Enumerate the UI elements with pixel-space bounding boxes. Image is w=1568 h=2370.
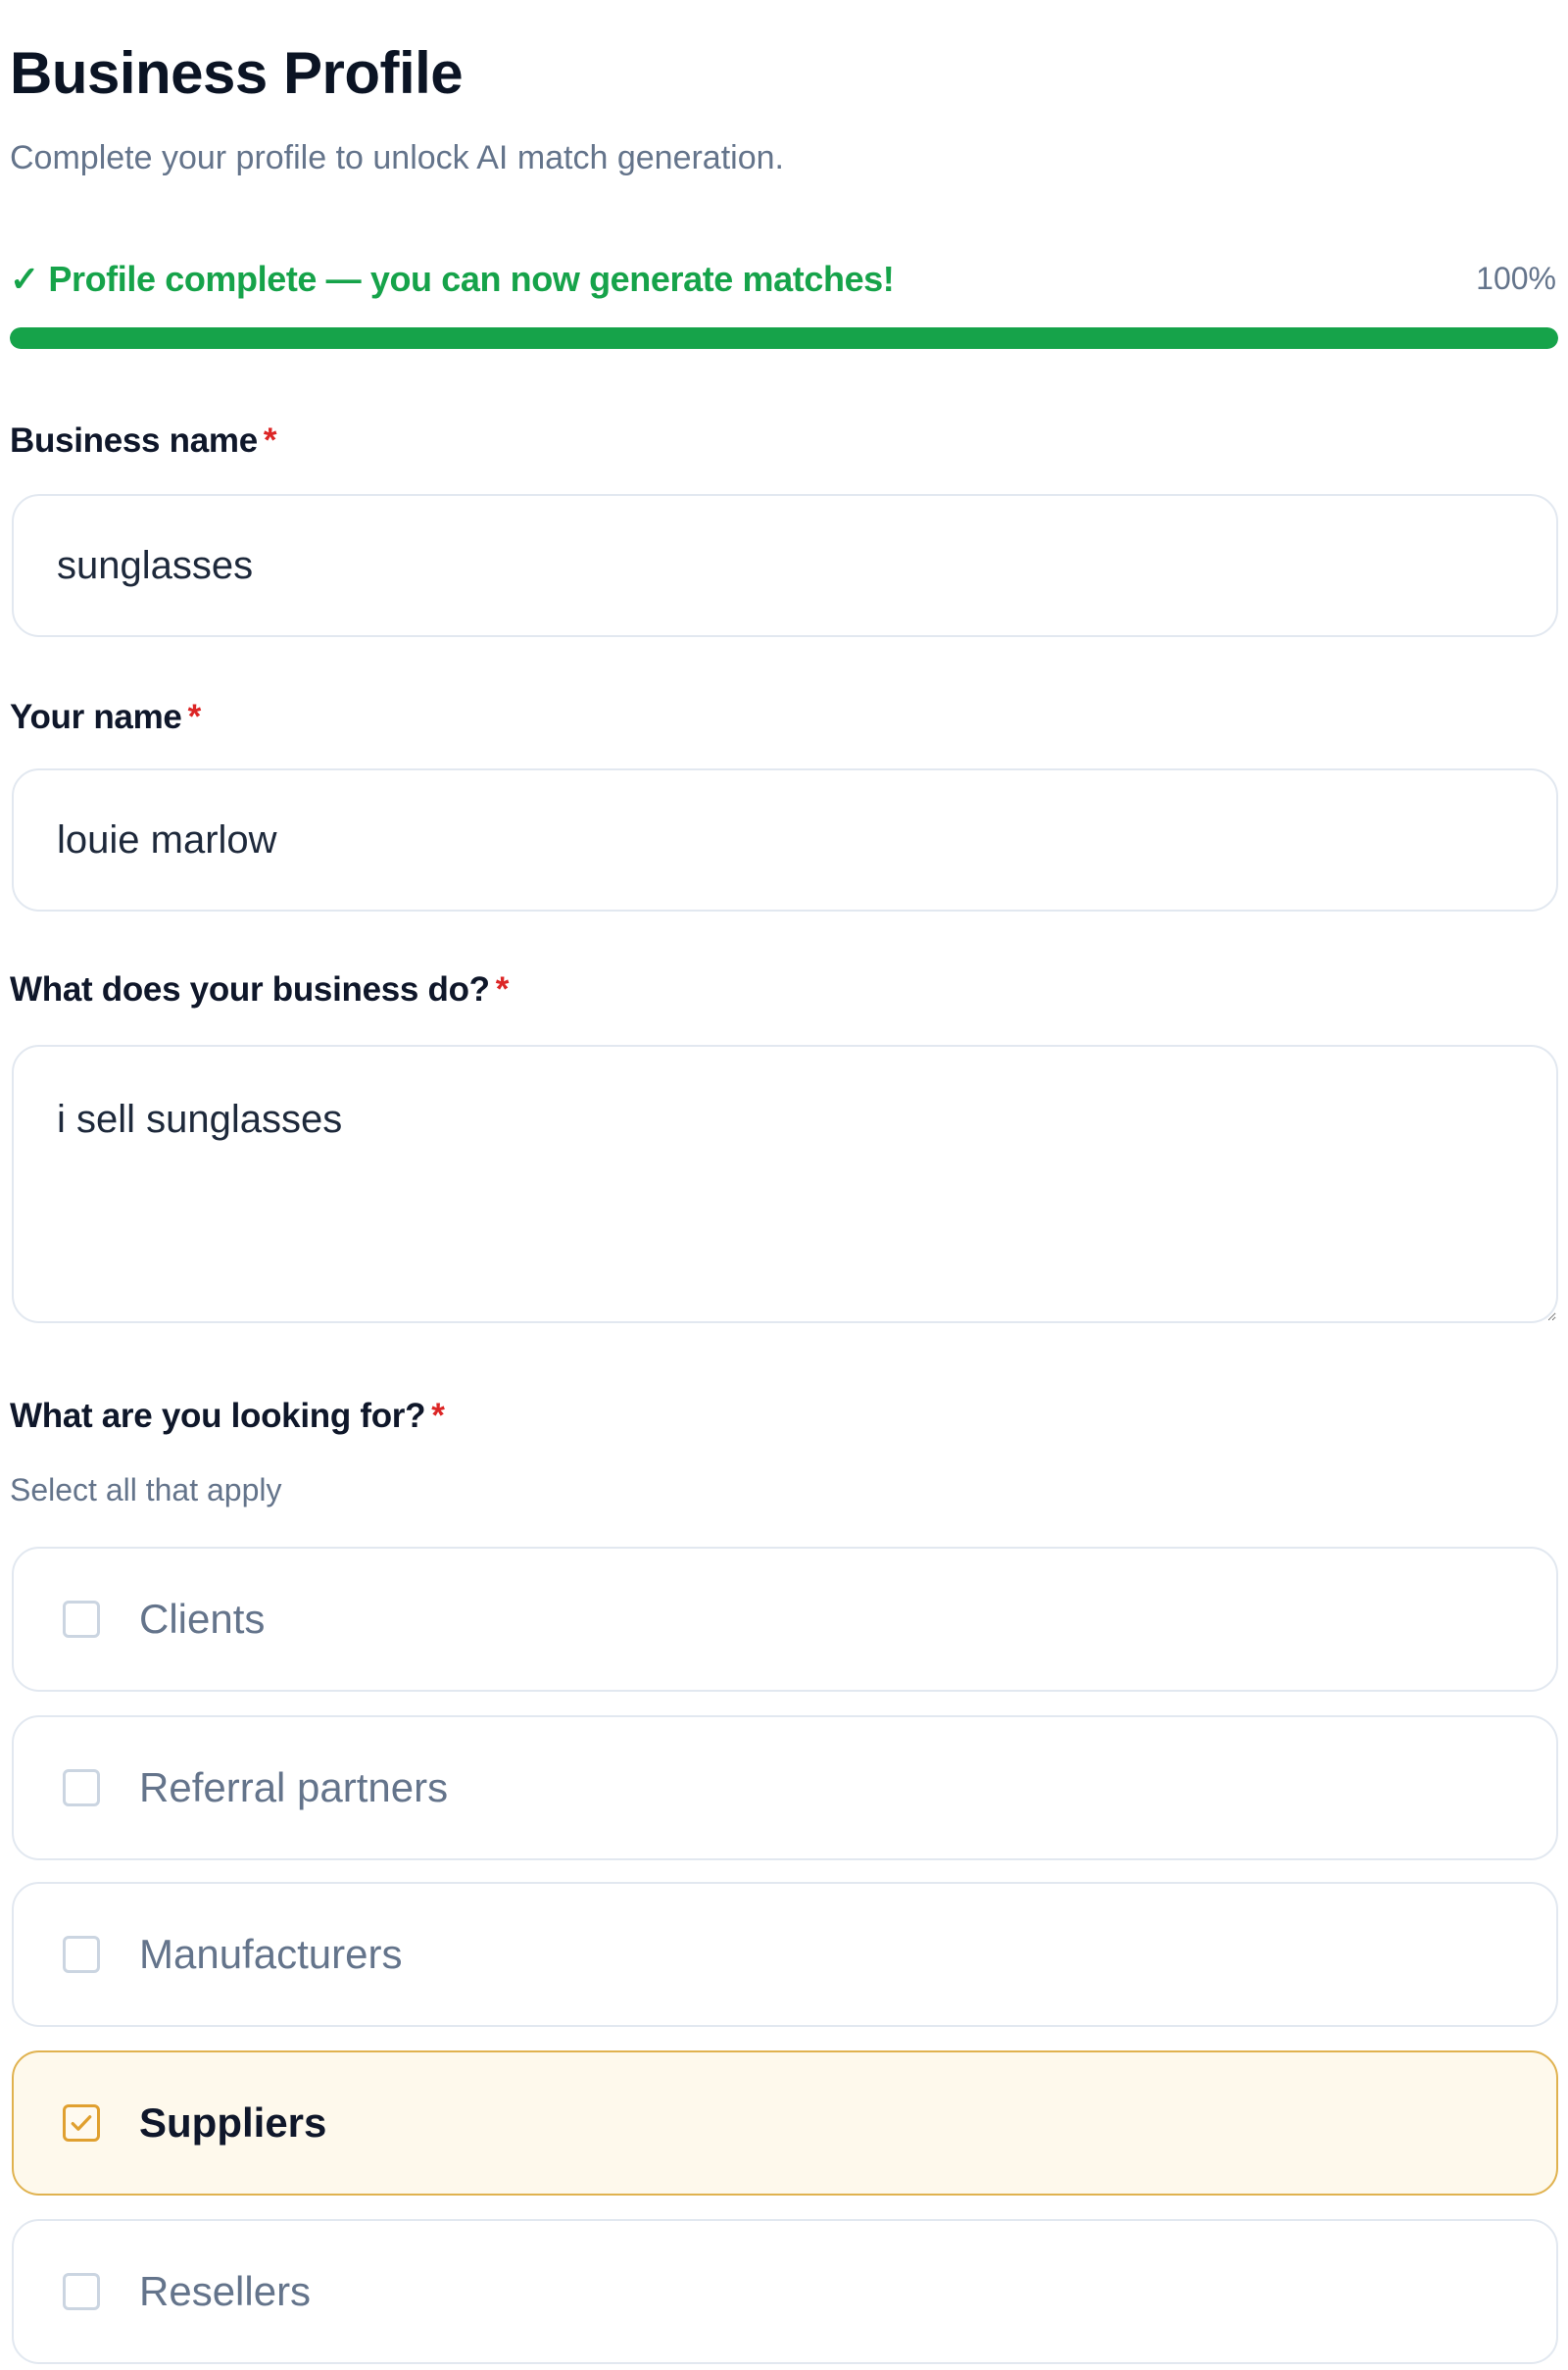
option-referral-partners[interactable]: Referral partners xyxy=(12,1715,1558,1860)
looking-for-hint: Select all that apply xyxy=(10,1472,282,1507)
checkbox-checked-icon[interactable] xyxy=(63,2104,100,2142)
business-description-textarea[interactable]: i sell sunglasses xyxy=(12,1045,1558,1323)
page-subtitle: Complete your profile to unlock AI match… xyxy=(10,139,784,176)
required-marker: * xyxy=(495,970,510,1009)
checkbox-unchecked-icon[interactable] xyxy=(63,1601,100,1638)
business-description-label: What does your business do? * xyxy=(10,970,509,1010)
progress-status-text: ✓ Profile complete — you can now generat… xyxy=(10,259,895,299)
your-name-label-text: Your name xyxy=(10,698,182,736)
option-label: Suppliers xyxy=(139,2099,327,2146)
option-label: Manufacturers xyxy=(139,1931,403,1977)
required-marker: * xyxy=(187,698,202,736)
option-suppliers[interactable]: Suppliers xyxy=(12,2050,1558,2196)
business-name-label-text: Business name xyxy=(10,421,258,460)
option-resellers[interactable]: Resellers xyxy=(12,2219,1558,2364)
checkmark-icon xyxy=(71,2115,92,2131)
option-label: Resellers xyxy=(139,2268,312,2314)
looking-for-label-text: What are you looking for? xyxy=(10,1397,426,1435)
required-marker: * xyxy=(431,1397,445,1435)
business-name-input[interactable] xyxy=(12,494,1558,637)
page-title: Business Profile xyxy=(10,40,464,106)
your-name-label: Your name * xyxy=(10,698,201,737)
business-description-label-text: What does your business do? xyxy=(10,970,490,1009)
required-marker: * xyxy=(263,421,277,460)
option-clients[interactable]: Clients xyxy=(12,1547,1558,1692)
looking-for-label: What are you looking for? * xyxy=(10,1397,445,1436)
progress-bar-fill xyxy=(10,327,1558,349)
business-name-label: Business name * xyxy=(10,421,277,461)
checkbox-unchecked-icon[interactable] xyxy=(63,1769,100,1806)
business-profile-page: Business Profile Complete your profile t… xyxy=(0,0,1568,2370)
checkbox-unchecked-icon[interactable] xyxy=(63,1936,100,1973)
progress-percent: 100% xyxy=(1476,261,1556,296)
option-manufacturers[interactable]: Manufacturers xyxy=(12,1882,1558,2027)
checkbox-unchecked-icon[interactable] xyxy=(63,2273,100,2310)
option-label: Clients xyxy=(139,1596,266,1642)
option-label: Referral partners xyxy=(139,1764,449,1810)
progress-bar xyxy=(10,327,1558,349)
your-name-input[interactable] xyxy=(12,768,1558,912)
